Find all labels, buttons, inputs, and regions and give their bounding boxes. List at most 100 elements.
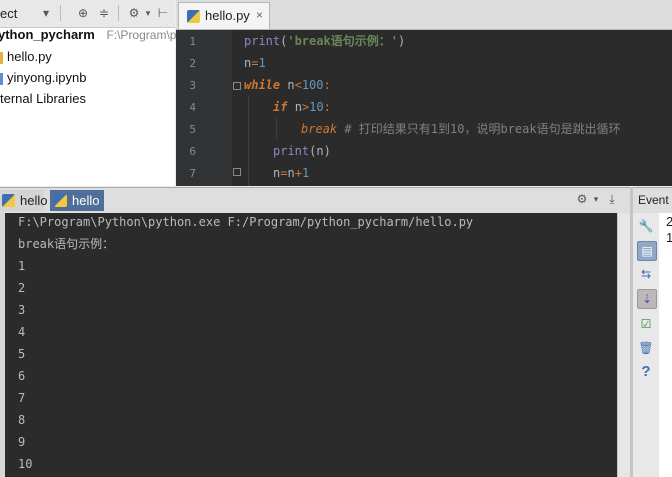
notebook-file-icon: [0, 72, 3, 85]
code-line-3: while n<100:: [244, 74, 331, 96]
tab-label: hello.py: [205, 8, 250, 23]
code-number: 1: [258, 56, 266, 70]
tree-item-external-libraries[interactable]: ternal Libraries: [0, 89, 86, 109]
chevron-down-icon[interactable]: ▾: [588, 191, 604, 207]
close-icon[interactable]: ×: [256, 8, 263, 22]
code-string: 'break语句示例：': [287, 34, 398, 48]
indent-guide: [248, 96, 249, 186]
python-run-icon: [2, 194, 15, 207]
python-run-icon: [54, 194, 67, 207]
project-toolbar: ect ▾ ⊕ ≑ ⚙ ▾ ⊢: [0, 0, 175, 28]
console-line: 2: [18, 281, 26, 295]
code-token: n: [287, 166, 295, 180]
wrench-icon[interactable]: 🔧: [637, 217, 655, 235]
code-line-5: break # 打印结果只有1到10，说明break语句是跳出循环: [301, 118, 621, 140]
code-keyword: break: [301, 122, 338, 136]
event-log-header: Event Log: [633, 187, 672, 214]
line-number-gutter: 1 2 3 4 5 6 7: [176, 30, 234, 186]
toolbar-divider: [60, 5, 61, 21]
hide-panel-icon[interactable]: ⊢: [155, 5, 171, 21]
code-comment: # 打印结果只有1到10，说明break语句是跳出循环: [337, 122, 621, 136]
code-line-6: print(n): [273, 140, 331, 162]
run-tab-bar: hello hello ⚙ ▾ ⤓: [0, 187, 630, 214]
collapse-all-icon[interactable]: ≑: [96, 5, 112, 21]
console-line: 5: [18, 347, 26, 361]
code-token: :: [323, 78, 331, 92]
tree-root-path: F:\Program\p: [106, 28, 177, 42]
trash-icon[interactable]: 🗑: [637, 339, 655, 357]
console-line: 6: [18, 369, 26, 383]
project-view-selector[interactable]: ect: [0, 6, 17, 21]
target-icon[interactable]: ⊕: [75, 5, 91, 21]
code-keyword: while: [244, 78, 281, 92]
code-line-7: n=n+1: [273, 162, 309, 184]
code-token: n: [287, 78, 295, 92]
code-token: print: [273, 144, 310, 158]
fold-marker-icon[interactable]: [233, 168, 241, 176]
code-line-1: print('break语句示例：'): [244, 30, 405, 52]
python-file-icon: [187, 10, 200, 23]
code-keyword: if: [273, 100, 288, 114]
tree-root-name: ython_pycharm: [0, 27, 95, 42]
code-token: +: [294, 166, 302, 180]
console-line: 1: [18, 259, 26, 273]
event-log-title: Event Log: [638, 193, 672, 207]
code-token: print: [244, 34, 281, 48]
console-scrollbar[interactable]: [617, 213, 630, 477]
code-token: (n): [309, 144, 331, 158]
python-file-icon: [0, 51, 3, 64]
console-line: 8: [18, 413, 26, 427]
tree-item-yinyong-ipynb[interactable]: yinyong.ipynb: [0, 68, 87, 88]
tree-item-label: hello.py: [7, 49, 52, 64]
console-line: 3: [18, 303, 26, 317]
code-token: n: [294, 100, 302, 114]
line-number: 6: [189, 145, 196, 158]
code-token: ): [397, 34, 406, 48]
mark-all-read-icon[interactable]: ☑: [637, 315, 655, 333]
console-line: break语句示例：: [18, 237, 115, 251]
console-line: 10: [18, 457, 33, 471]
tree-item-label: ternal Libraries: [0, 91, 86, 106]
line-number: 3: [189, 79, 196, 92]
console-line: 7: [18, 391, 26, 405]
console-line: F:\Program\Python\python.exe F:/Program/…: [18, 215, 474, 229]
code-line-2: n=1: [244, 52, 266, 74]
help-icon[interactable]: ?: [637, 363, 655, 381]
tree-item-label: yinyong.ipynb: [7, 70, 87, 85]
code-token: <: [294, 78, 302, 92]
speech-bubble-icon[interactable]: ▤: [637, 241, 657, 261]
fold-column: [232, 30, 244, 186]
line-number: 7: [189, 167, 196, 180]
code-number: 10: [309, 100, 324, 114]
console-line: 4: [18, 325, 26, 339]
tree-item-hello-py[interactable]: hello.py: [0, 47, 52, 67]
dropdown-arrow-icon[interactable]: ▾: [38, 5, 54, 21]
line-number: 5: [189, 123, 196, 136]
chevron-down-icon[interactable]: ▾: [140, 5, 156, 21]
code-editor[interactable]: print('break语句示例：') n=1 while n<100: if …: [244, 30, 672, 186]
run-tab-label: hello: [72, 193, 100, 208]
code-number: 1: [301, 166, 310, 180]
code-line-4: if n>10:: [273, 96, 331, 118]
console-line: 9: [18, 435, 26, 449]
code-token: :: [323, 100, 331, 114]
line-number: 4: [189, 101, 196, 114]
project-tree: ython_pycharm F:\Program\p hello.py yiny…: [0, 25, 176, 186]
run-tab-hello[interactable]: hello: [0, 190, 48, 211]
tab-hello-py[interactable]: hello.py ×: [178, 2, 270, 29]
tree-root[interactable]: ython_pycharm F:\Program\p: [0, 25, 176, 45]
line-number: 2: [189, 57, 196, 70]
fold-marker-icon[interactable]: [233, 82, 241, 90]
run-tab-hello-active[interactable]: hello: [50, 190, 104, 211]
scroll-to-end-icon[interactable]: ⇣: [637, 289, 657, 309]
toolbar-divider: [118, 5, 119, 21]
line-number: 1: [189, 35, 196, 48]
run-console[interactable]: F:\Program\Python\python.exe F:/Program/…: [5, 213, 617, 477]
soft-wrap-icon[interactable]: ⇆: [637, 265, 655, 283]
event-log-line: 2: [666, 214, 672, 229]
minimize-panel-icon[interactable]: ⤓: [604, 191, 620, 207]
indent-guide: [276, 118, 277, 140]
editor-tab-bar: hello.py ×: [176, 0, 672, 30]
run-tab-label: hello: [20, 193, 48, 208]
